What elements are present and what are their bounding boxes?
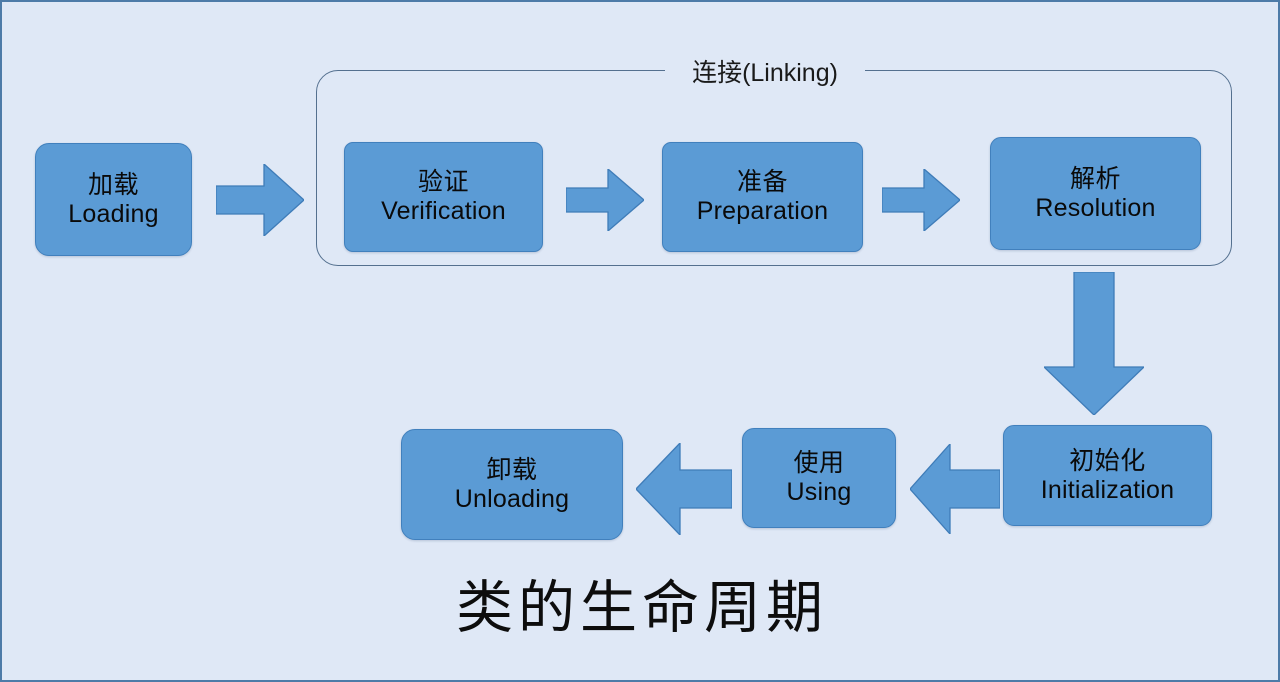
node-preparation-label-cn: 准备 bbox=[736, 168, 788, 196]
node-loading-label-cn: 加载 bbox=[87, 170, 139, 199]
node-unloading[interactable]: 卸载 Unloading bbox=[401, 429, 623, 540]
diagram-title: 类的生命周期 bbox=[456, 576, 828, 640]
arrow-down-icon-resolution-to-initialization bbox=[1044, 272, 1144, 415]
node-preparation-label-en: Preparation bbox=[696, 197, 829, 225]
linking-group-label: 连接(Linking) bbox=[692, 59, 838, 87]
node-preparation[interactable]: 准备 Preparation bbox=[662, 142, 863, 252]
node-verification-label-en: Verification bbox=[381, 197, 506, 225]
node-using-label-cn: 使用 bbox=[793, 449, 845, 477]
arrow-right-icon-verification-to-preparation bbox=[566, 169, 644, 231]
node-resolution-label-en: Resolution bbox=[1035, 193, 1156, 222]
node-verification-label-cn: 验证 bbox=[417, 168, 469, 196]
arrow-left-icon-initialization-to-using bbox=[910, 444, 1000, 534]
arrow-left-icon-using-to-unloading bbox=[636, 443, 732, 535]
node-initialization-label-en: Initialization bbox=[1040, 475, 1175, 504]
node-resolution[interactable]: 解析 Resolution bbox=[990, 137, 1201, 250]
node-using-label-en: Using bbox=[786, 478, 852, 506]
node-initialization-label-cn: 初始化 bbox=[1069, 446, 1146, 475]
arrow-right-icon-loading-to-verification bbox=[216, 164, 304, 236]
node-resolution-label-cn: 解析 bbox=[1069, 164, 1121, 193]
diagram-canvas: 连接(Linking) 加载 Loading 验证 Verification 准… bbox=[0, 0, 1280, 682]
node-verification[interactable]: 验证 Verification bbox=[344, 142, 543, 252]
arrow-right-icon-preparation-to-resolution bbox=[882, 169, 960, 231]
node-initialization[interactable]: 初始化 Initialization bbox=[1003, 425, 1212, 526]
node-unloading-label-cn: 卸载 bbox=[486, 455, 538, 484]
node-using[interactable]: 使用 Using bbox=[742, 428, 896, 528]
node-unloading-label-en: Unloading bbox=[454, 484, 570, 513]
node-loading-label-en: Loading bbox=[68, 199, 159, 228]
node-loading[interactable]: 加载 Loading bbox=[35, 143, 192, 256]
